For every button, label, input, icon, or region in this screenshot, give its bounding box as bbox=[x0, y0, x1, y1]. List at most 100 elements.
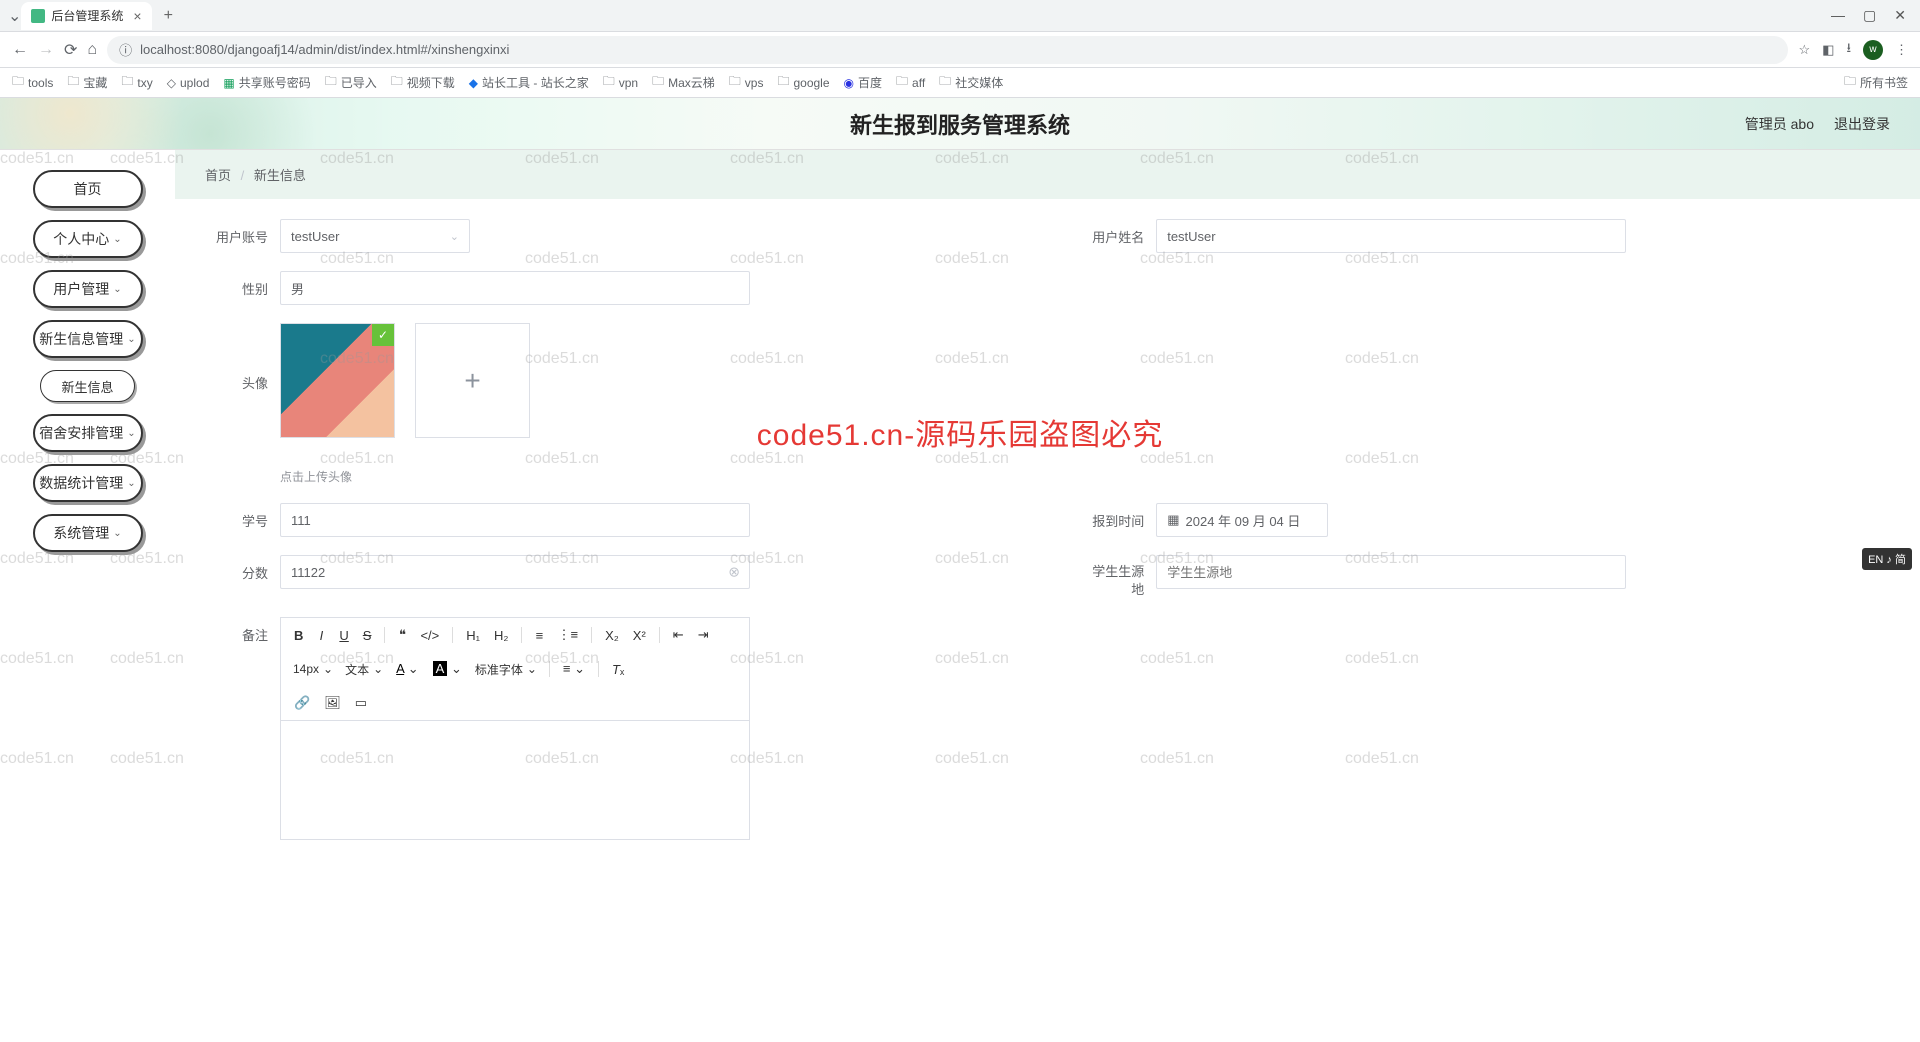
chevron-down-icon: ⌄ bbox=[323, 662, 333, 676]
folder-icon: 🗀 bbox=[1844, 72, 1856, 93]
outdent-icon[interactable]: ⇥ bbox=[693, 624, 714, 646]
folder-icon: 🗀 bbox=[603, 72, 615, 93]
folder-icon: 🗀 bbox=[121, 72, 133, 93]
ime-badge[interactable]: EN ♪ 简 bbox=[1862, 548, 1912, 570]
sidebar-item-student-info-mgmt[interactable]: 新生信息管理⌄ bbox=[33, 320, 143, 358]
bookmark-item[interactable]: 🗀已导入 bbox=[325, 72, 377, 93]
forward-icon[interactable]: → bbox=[38, 41, 54, 59]
bookmark-item[interactable]: 🗀aff bbox=[896, 72, 925, 93]
editor-body[interactable] bbox=[280, 720, 750, 840]
folder-icon: 🗀 bbox=[652, 72, 664, 93]
close-tab-icon[interactable]: × bbox=[133, 8, 141, 24]
chevron-down-icon: ⌄ bbox=[113, 234, 121, 245]
checkin-value: 2024 年 09 月 04 日 bbox=[1186, 511, 1301, 530]
texttype-select[interactable]: 文本 ⌄ bbox=[341, 659, 387, 680]
checkin-date-input[interactable]: ▦ 2024 年 09 月 04 日 bbox=[1156, 503, 1328, 537]
bookmark-item[interactable]: ◇uplod bbox=[167, 76, 210, 90]
folder-icon: 🗀 bbox=[391, 72, 403, 93]
all-bookmarks[interactable]: 所有书签 bbox=[1860, 74, 1908, 91]
bookmark-item[interactable]: 🗀google bbox=[777, 72, 829, 93]
ordered-list-icon[interactable]: ≡ bbox=[530, 625, 548, 646]
browser-tab[interactable]: 后台管理系统 × bbox=[21, 2, 151, 30]
bookmark-item[interactable]: ◉百度 bbox=[844, 74, 883, 91]
plus-icon: + bbox=[464, 365, 480, 397]
breadcrumb-home[interactable]: 首页 bbox=[205, 168, 231, 183]
check-icon: ✓ bbox=[372, 324, 394, 346]
sidebar-item-home[interactable]: 首页 bbox=[33, 170, 143, 208]
gender-input[interactable] bbox=[280, 271, 750, 305]
folder-icon: 🗀 bbox=[896, 72, 908, 93]
sidebar-item-profile[interactable]: 个人中心⌄ bbox=[33, 220, 143, 258]
folder-icon: 🗀 bbox=[325, 72, 337, 93]
home-icon[interactable]: ⌂ bbox=[87, 41, 97, 59]
underline-icon[interactable]: U bbox=[334, 625, 353, 646]
bookmark-item[interactable]: 🗀社交媒体 bbox=[939, 72, 1003, 93]
bookmark-item[interactable]: ◆站长工具 - 站长之家 bbox=[469, 74, 589, 91]
code-icon[interactable]: </> bbox=[415, 625, 444, 646]
studentno-input[interactable] bbox=[280, 503, 750, 537]
download-icon[interactable]: ⭳ bbox=[1846, 39, 1851, 61]
minimize-icon[interactable]: — bbox=[1831, 7, 1845, 24]
sidebar-item-user-mgmt[interactable]: 用户管理⌄ bbox=[33, 270, 143, 308]
bookmark-item[interactable]: 🗀视频下载 bbox=[391, 72, 455, 93]
clear-icon[interactable]: ⊗ bbox=[728, 564, 740, 581]
page-icon: ◆ bbox=[469, 76, 478, 90]
sidebar-item-dorm-mgmt[interactable]: 宿舍安排管理⌄ bbox=[33, 414, 143, 452]
score-input[interactable] bbox=[280, 555, 750, 589]
italic-icon[interactable]: I bbox=[312, 625, 330, 646]
account-value: testUser bbox=[291, 229, 339, 244]
link-icon[interactable]: 🔗 bbox=[289, 692, 315, 714]
image-icon[interactable]: 🖼 bbox=[319, 692, 346, 714]
sidebar-item-system-mgmt[interactable]: 系统管理⌄ bbox=[33, 514, 143, 552]
chevron-down-icon: ⌄ bbox=[373, 662, 383, 676]
fontfamily-select[interactable]: 标准字体 ⌄ bbox=[471, 659, 541, 680]
url-input[interactable]: ⓘ localhost:8080/djangoafj14/admin/dist/… bbox=[107, 36, 1788, 64]
subscript-icon[interactable]: X₂ bbox=[600, 625, 624, 646]
video-icon[interactable]: ▭ bbox=[350, 692, 372, 714]
bookmark-item[interactable]: ▦共享账号密码 bbox=[223, 74, 310, 91]
profile-avatar-icon[interactable]: w bbox=[1863, 40, 1883, 60]
sidebar-subitem-student-info[interactable]: 新生信息 bbox=[40, 370, 135, 402]
strike-icon[interactable]: S bbox=[358, 625, 377, 646]
h2-icon[interactable]: H₂ bbox=[489, 625, 513, 646]
quote-icon[interactable]: ❝ bbox=[393, 624, 411, 646]
back-icon[interactable]: ← bbox=[12, 41, 28, 59]
logout-link[interactable]: 退出登录 bbox=[1834, 114, 1890, 134]
origin-input[interactable] bbox=[1156, 555, 1626, 589]
current-user[interactable]: 管理员 abo bbox=[1745, 114, 1814, 134]
bookmark-item[interactable]: 🗀tools bbox=[12, 72, 53, 93]
unordered-list-icon[interactable]: ⋮≡ bbox=[552, 624, 583, 646]
folder-icon: 🗀 bbox=[67, 72, 79, 93]
clear-format-icon[interactable]: Tₓ bbox=[607, 659, 629, 680]
bookmark-star-icon[interactable]: ☆ bbox=[1798, 42, 1810, 58]
avatar-thumbnail[interactable]: ✓ bbox=[280, 323, 395, 438]
fontsize-select[interactable]: 14px ⌄ bbox=[289, 660, 337, 678]
bookmark-item[interactable]: 🗀txy bbox=[121, 72, 152, 93]
bookmark-item[interactable]: 🗀宝藏 bbox=[67, 72, 107, 93]
bookmark-item[interactable]: 🗀vpn bbox=[603, 72, 638, 93]
account-select[interactable]: testUser ⌄ bbox=[280, 219, 470, 253]
bg-color-icon[interactable]: A ⌄ bbox=[428, 658, 467, 680]
maximize-icon[interactable]: ▢ bbox=[1863, 7, 1876, 24]
calendar-icon: ▦ bbox=[1167, 512, 1179, 528]
folder-icon: 🗀 bbox=[12, 72, 24, 93]
new-tab-icon[interactable]: + bbox=[156, 7, 181, 25]
site-info-icon[interactable]: ⓘ bbox=[119, 40, 132, 59]
folder-icon: 🗀 bbox=[777, 72, 789, 93]
reload-icon[interactable]: ⟳ bbox=[64, 40, 77, 60]
name-input[interactable] bbox=[1156, 219, 1626, 253]
indent-icon[interactable]: ⇤ bbox=[668, 624, 689, 646]
h1-icon[interactable]: H₁ bbox=[461, 625, 485, 646]
close-window-icon[interactable]: ✕ bbox=[1894, 7, 1906, 24]
avatar-upload-button[interactable]: + bbox=[415, 323, 530, 438]
superscript-icon[interactable]: X² bbox=[628, 625, 651, 646]
sidebar-item-stats-mgmt[interactable]: 数据统计管理⌄ bbox=[33, 464, 143, 502]
align-icon[interactable]: ≡ ⌄ bbox=[558, 658, 590, 680]
kebab-menu-icon[interactable]: ⋮ bbox=[1895, 42, 1908, 58]
extensions-icon[interactable]: ◧ bbox=[1822, 42, 1834, 58]
bold-icon[interactable]: B bbox=[289, 625, 308, 646]
tab-list-icon[interactable]: ⌄ bbox=[8, 6, 21, 26]
bookmark-item[interactable]: 🗀vps bbox=[729, 72, 764, 93]
text-color-icon[interactable]: A ⌄ bbox=[391, 658, 423, 680]
bookmark-item[interactable]: 🗀Max云梯 bbox=[652, 72, 715, 93]
